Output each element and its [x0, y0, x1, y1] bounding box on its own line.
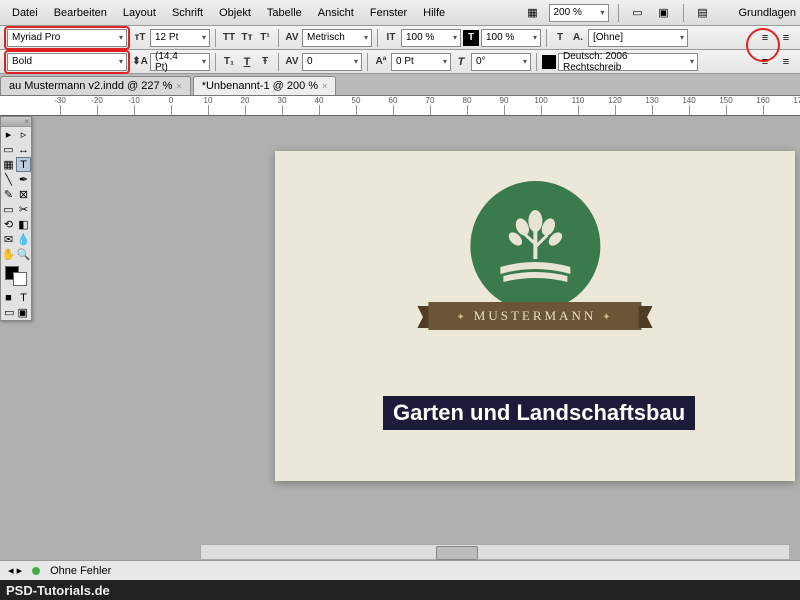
font-weight-dropdown[interactable]: Bold: [7, 53, 127, 71]
pencil-tool-icon[interactable]: ✎: [1, 187, 16, 202]
hand-tool-icon[interactable]: ✋: [1, 247, 16, 262]
page-tool-icon[interactable]: ▭: [1, 142, 16, 157]
subscript-icon[interactable]: T₁: [221, 54, 237, 70]
direct-select-tool-icon[interactable]: ▹: [16, 127, 31, 142]
allcaps-icon[interactable]: TT: [221, 30, 237, 46]
kerning-icon: AV: [284, 30, 300, 46]
control-panel: Myriad Pro тT 12 Pt TT Tᴛ T¹ AV Metrisch…: [0, 26, 800, 74]
vscale-icon: IT: [383, 30, 399, 46]
content-tool-icon[interactable]: ▦: [1, 157, 16, 172]
menu-layout[interactable]: Layout: [115, 3, 164, 23]
logo-text: MUSTERMANN: [428, 302, 641, 330]
transform-tool-icon[interactable]: ⟲: [1, 217, 16, 232]
panel-grip[interactable]: ×: [1, 117, 31, 127]
skew-icon: T: [453, 54, 469, 70]
horizontal-scrollbar[interactable]: [200, 544, 790, 560]
paragraph-align-group: ≡ ≡: [755, 29, 796, 47]
frame-tool-icon[interactable]: ⊠: [16, 187, 31, 202]
bridge-icon[interactable]: ▦: [523, 4, 543, 22]
align-left-icon[interactable]: ≡: [755, 29, 775, 47]
tab-label: au Mustermann v2.indd @ 227 %: [9, 80, 172, 92]
superscript-icon[interactable]: T¹: [257, 30, 273, 46]
skew-dropdown[interactable]: 0°: [471, 53, 531, 71]
scissors-tool-icon[interactable]: ✂: [16, 202, 31, 217]
menu-datei[interactable]: Datei: [4, 3, 46, 23]
smallcaps-icon[interactable]: Tᴛ: [239, 30, 255, 46]
font-family-dropdown[interactable]: Myriad Pro: [7, 29, 127, 47]
tab-label: *Unbenannt-1 @ 200 %: [202, 80, 318, 92]
leading-dropdown[interactable]: (14,4 Pt): [150, 53, 210, 71]
note-tool-icon[interactable]: ✉: [1, 232, 16, 247]
underline-icon[interactable]: T: [239, 54, 255, 70]
charstyle-a-icon: A.: [570, 30, 586, 46]
tracking-dropdown[interactable]: 0: [302, 53, 362, 71]
apply-color-icon[interactable]: ■: [1, 290, 16, 305]
horizontal-ruler[interactable]: -30-20-100102030405060708090100110120130…: [0, 96, 800, 116]
type-tool-icon[interactable]: T: [16, 157, 31, 172]
tracking-icon: AV: [284, 54, 300, 70]
kerning-dropdown[interactable]: Metrisch: [302, 29, 372, 47]
tree-icon: [495, 199, 575, 289]
eyedropper-tool-icon[interactable]: 💧: [16, 232, 31, 247]
rectangle-tool-icon[interactable]: ▭: [1, 202, 16, 217]
logo-ribbon: MUSTERMANN: [428, 302, 641, 330]
menu-fenster[interactable]: Fenster: [362, 3, 415, 23]
view-mode-icon[interactable]: ▭: [628, 4, 648, 22]
gradient-tool-icon[interactable]: ◧: [16, 217, 31, 232]
page-nav[interactable]: ◂ ▸: [8, 564, 22, 577]
strike-icon[interactable]: Ŧ: [257, 54, 273, 70]
hscale-dropdown[interactable]: 100 %: [481, 29, 541, 47]
document-tabs: au Mustermann v2.indd @ 227 % × *Unbenann…: [0, 74, 800, 96]
language-dropdown[interactable]: Deutsch: 2006 Rechtschreib: [558, 53, 698, 71]
apply-text-icon[interactable]: T: [16, 290, 31, 305]
doc-tab-1[interactable]: au Mustermann v2.indd @ 227 % ×: [0, 76, 191, 95]
pen-tool-icon[interactable]: ✒: [16, 172, 31, 187]
preflight-status-icon[interactable]: [32, 567, 40, 575]
close-icon[interactable]: ×: [176, 81, 181, 91]
headline-text[interactable]: Garten und Landschaftsbau: [383, 396, 695, 430]
menu-ansicht[interactable]: Ansicht: [310, 3, 362, 23]
menu-tabelle[interactable]: Tabelle: [259, 3, 310, 23]
vscale-dropdown[interactable]: 100 %: [401, 29, 461, 47]
preflight-label: Ohne Fehler: [50, 565, 111, 577]
watermark: PSD-Tutorials.de: [0, 580, 800, 600]
menu-hilfe[interactable]: Hilfe: [415, 3, 453, 23]
charstyle-dropdown[interactable]: [Ohne]: [588, 29, 688, 47]
zoom-level-dropdown[interactable]: 200 %: [549, 4, 609, 22]
charstyle-icon: T: [552, 30, 568, 46]
status-bar: ◂ ▸ Ohne Fehler: [0, 560, 800, 580]
menu-bar: Datei Bearbeiten Layout Schrift Objekt T…: [0, 0, 800, 26]
menu-schrift[interactable]: Schrift: [164, 3, 211, 23]
doc-tab-2[interactable]: *Unbenannt-1 @ 200 % ×: [193, 76, 337, 95]
align-center-icon[interactable]: ≡: [776, 29, 796, 47]
line-tool-icon[interactable]: ╲: [1, 172, 16, 187]
font-size-dropdown[interactable]: 12 Pt: [150, 29, 210, 47]
zoom-tool-icon[interactable]: 🔍: [16, 247, 31, 262]
close-icon[interactable]: ×: [322, 81, 327, 91]
fill-stroke-icon[interactable]: [1, 262, 31, 290]
hscale-icon: T: [463, 30, 479, 46]
gap-tool-icon[interactable]: ↔: [16, 142, 31, 157]
workspace-switcher[interactable]: Grundlagen: [739, 7, 797, 19]
font-size-icon: тT: [132, 30, 148, 46]
baseline-icon: Aª: [373, 54, 389, 70]
menu-bearbeiten[interactable]: Bearbeiten: [46, 3, 115, 23]
baseline-dropdown[interactable]: 0 Pt: [391, 53, 451, 71]
fill-swatch-icon[interactable]: [542, 55, 556, 69]
selection-tool-icon[interactable]: ▸: [1, 127, 16, 142]
arrange-icon[interactable]: ▤: [693, 4, 713, 22]
tools-panel: × ▸ ▹ ▭ ↔ ▦ T ╲ ✒ ✎ ⊠ ▭ ✂ ⟲ ◧ ✉ 💧 ✋ 🔍 ■ …: [0, 116, 32, 321]
leading-icon: ⬍A: [132, 54, 148, 70]
document-canvas[interactable]: MUSTERMANN Garten und Landschaftsbau: [275, 151, 795, 481]
logo-graphic: MUSTERMANN: [428, 181, 641, 330]
view-mode-row[interactable]: ▭ ▣: [1, 305, 31, 320]
align-justify-icon[interactable]: ≡: [755, 53, 775, 71]
align-justify2-icon[interactable]: ≡: [776, 53, 796, 71]
screen-mode-icon[interactable]: ▣: [654, 4, 674, 22]
menu-objekt[interactable]: Objekt: [211, 3, 259, 23]
workspace: × ▸ ▹ ▭ ↔ ▦ T ╲ ✒ ✎ ⊠ ▭ ✂ ⟲ ◧ ✉ 💧 ✋ 🔍 ■ …: [0, 116, 800, 576]
